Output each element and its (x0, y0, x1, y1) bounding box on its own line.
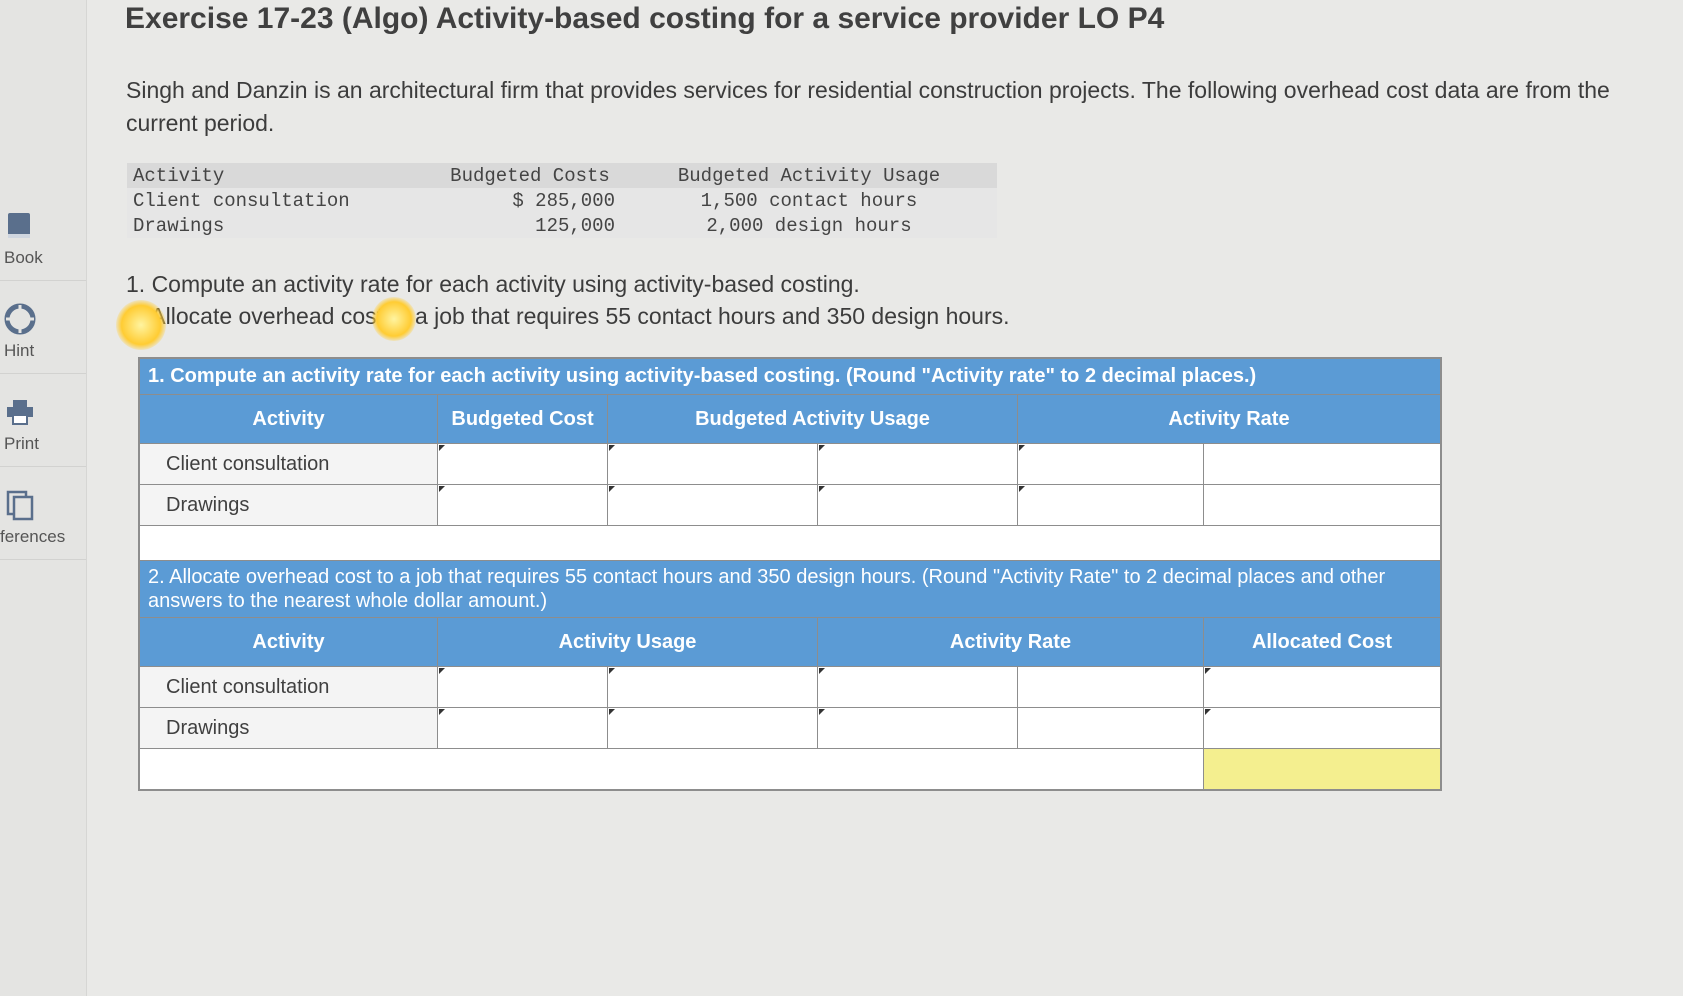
rate-unit-input[interactable] (1203, 484, 1444, 526)
rate-unit-input[interactable] (1203, 443, 1444, 485)
given-data-table: Activity Budgeted Costs Budgeted Activit… (127, 163, 997, 238)
col-header-activity: Activity (139, 394, 438, 444)
instruction-1: 1. Compute an activity rate for each act… (126, 271, 860, 297)
table-row: Drawings 125,000 2,000 design hours (127, 213, 997, 238)
budgeted-cost-input[interactable] (437, 484, 611, 526)
cell-cost: 125,000 (439, 213, 621, 238)
table-row: Client consultation (139, 666, 1444, 708)
sidebar-item-label: Hint (4, 341, 35, 360)
usage-unit-input[interactable] (607, 707, 821, 749)
rate-unit-input[interactable] (1017, 666, 1207, 708)
col-header-activity-rate: Activity Rate (817, 617, 1204, 667)
activity-rate-input[interactable] (817, 666, 1021, 708)
budgeted-cost-input[interactable] (437, 443, 611, 485)
part2-title: 2. Allocate overhead cost to a job that … (139, 560, 1441, 618)
row-label: Drawings (139, 484, 438, 526)
sidebar-item-print[interactable]: Print (0, 374, 86, 467)
allocated-cost-input[interactable] (1203, 707, 1444, 749)
activity-rate-input[interactable] (817, 707, 1021, 749)
row-label: Drawings (139, 707, 438, 749)
col-header-activity: Activity (139, 617, 438, 667)
usage-unit-input[interactable] (607, 666, 821, 708)
table-row: Client consultation (139, 443, 1444, 485)
usage-unit-input[interactable] (817, 484, 1021, 526)
col-header: Budgeted Costs (439, 163, 621, 188)
sidebar-item-label: ferences (0, 527, 66, 546)
activity-usage-input[interactable] (437, 666, 611, 708)
pointer-highlight (372, 297, 416, 341)
col-header: Budgeted Activity Usage (621, 163, 997, 188)
cell-activity: Drawings (127, 213, 439, 238)
copy-icon (4, 489, 36, 521)
col-header-activity-rate: Activity Rate (1017, 394, 1441, 444)
row-label: Client consultation (139, 443, 438, 485)
table-row: Drawings (139, 484, 1444, 526)
rate-unit-input[interactable] (1017, 707, 1207, 749)
activity-rate-input[interactable] (1017, 443, 1207, 485)
cell-usage: 1,500 contact hours (621, 188, 997, 213)
total-label-cell (139, 748, 1204, 790)
budgeted-usage-input[interactable] (607, 484, 821, 526)
part1-panel: 1. Compute an activity rate for each act… (138, 357, 1444, 791)
activity-usage-input[interactable] (437, 707, 611, 749)
sidebar-item-book[interactable]: Book (0, 188, 86, 281)
sidebar-item-label: Print (4, 434, 39, 453)
col-header-budgeted-usage: Budgeted Activity Usage (607, 394, 1018, 444)
spacer-row (139, 525, 1441, 561)
page-title: Exercise 17-23 (Algo) Activity-based cos… (125, 2, 1165, 35)
book-icon (4, 210, 36, 242)
total-row (139, 748, 1441, 790)
printer-icon (4, 396, 36, 428)
usage-unit-input[interactable] (817, 443, 1021, 485)
table-row: Client consultation $ 285,000 1,500 cont… (127, 188, 997, 213)
left-sidebar: Book Hint Print ferences (0, 0, 87, 996)
budgeted-usage-input[interactable] (607, 443, 821, 485)
pointer-highlight (116, 300, 166, 350)
cell-cost: $ 285,000 (439, 188, 621, 213)
lifebuoy-icon (4, 303, 36, 335)
row-label: Client consultation (139, 666, 438, 708)
instruction-2: 2. Allocate overhead cost to a job that … (126, 303, 1010, 329)
activity-rate-input[interactable] (1017, 484, 1207, 526)
table-row: Drawings (139, 707, 1444, 749)
col-header-activity-usage: Activity Usage (437, 617, 818, 667)
problem-intro: Singh and Danzin is an architectural fir… (126, 77, 1610, 136)
sidebar-item-label: Book (4, 248, 43, 267)
sidebar-item-hint[interactable]: Hint (0, 281, 86, 374)
cell-activity: Client consultation (127, 188, 439, 213)
instructions: 1. Compute an activity rate for each act… (126, 268, 1010, 332)
col-header-budgeted-cost: Budgeted Cost (437, 394, 608, 444)
part1-title: 1. Compute an activity rate for each act… (139, 358, 1441, 395)
table-header-row: Activity Budgeted Costs Budgeted Activit… (127, 163, 997, 188)
total-allocated-cost (1203, 748, 1441, 790)
col-header: Activity (127, 163, 439, 188)
allocated-cost-input[interactable] (1203, 666, 1444, 708)
sidebar-item-references[interactable]: ferences (0, 467, 86, 560)
col-header-allocated-cost: Allocated Cost (1203, 617, 1441, 667)
cell-usage: 2,000 design hours (621, 213, 997, 238)
